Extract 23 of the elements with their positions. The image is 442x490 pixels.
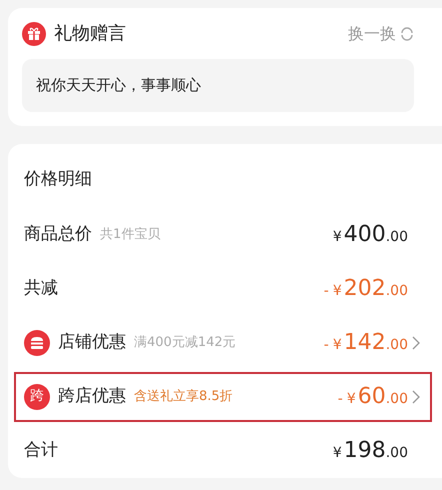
- row-label: 合计: [24, 438, 58, 462]
- gift-icon: [22, 22, 46, 46]
- row-note: 满400元减142元: [134, 334, 236, 352]
- gift-message: 祝你天天开心，事事顺心: [22, 59, 414, 112]
- price-amount: ¥400.00: [332, 221, 408, 249]
- refresh-link[interactable]: 换一换: [348, 22, 396, 46]
- refresh-icon[interactable]: [400, 26, 414, 40]
- section-title: 礼物赠言: [54, 22, 126, 46]
- row-note: 含送礼立享8.5折: [134, 388, 233, 406]
- row-label: 店铺优惠: [58, 330, 126, 354]
- price-amount: - ¥202.00: [324, 275, 408, 303]
- chevron-icon[interactable]: [412, 336, 420, 350]
- price-amount: - ¥142.00: [324, 329, 408, 357]
- badge-icon: 跨: [24, 384, 50, 410]
- price-amount: ¥198.00: [332, 437, 408, 465]
- section-title: 价格明细: [24, 168, 92, 191]
- store-icon: [24, 330, 50, 356]
- row-note: 共1件宝贝: [100, 226, 160, 244]
- row-label: 共减: [24, 276, 58, 300]
- row-label: 商品总价: [24, 222, 92, 246]
- price-amount: - ¥60.00: [338, 383, 408, 411]
- chevron-icon[interactable]: [412, 390, 420, 404]
- row-label: 跨店优惠: [58, 384, 126, 408]
